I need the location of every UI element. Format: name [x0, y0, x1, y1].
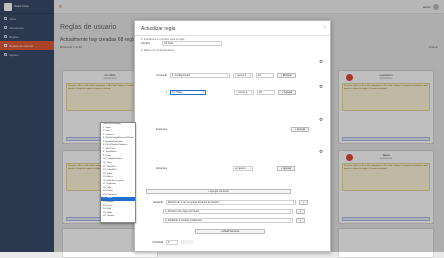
condition-2-add-button[interactable]: + Agregar — [278, 90, 297, 95]
condition-2-operator-select[interactable]: > menor a — [234, 90, 254, 95]
add-condition-button[interactable]: + Agregar condición — [146, 189, 291, 194]
condition-1-value-input[interactable]: 10 — [256, 73, 274, 78]
gear-icon[interactable]: ⚙ — [319, 149, 323, 155]
update-rule-dialog: × Actualizar regla 1. Introduzca un nomb… — [134, 20, 331, 252]
add-action-button[interactable]: + Añadir acciones — [195, 229, 265, 234]
condition-2-field-select[interactable]: 14. Tallas — [170, 90, 206, 95]
condition-1-operator-select[interactable]: > menor a — [233, 73, 253, 78]
priority-label: Prioridad — [152, 240, 163, 244]
condition-4-label: Entonces — [156, 167, 167, 170]
result-3-add-button[interactable]: + — [296, 218, 306, 223]
name-label: Nombre — [141, 41, 151, 45]
result-3-select[interactable]: 2. Modificar a modelo producción — [163, 218, 293, 223]
name-input[interactable]: sin título — [162, 41, 222, 46]
priority-stepper-icons[interactable]: ◯ ◯ ◯ — [181, 240, 193, 244]
close-icon[interactable]: × — [324, 24, 326, 29]
result-1-add-button[interactable]: + — [299, 200, 309, 205]
priority-input[interactable]: 0 — [166, 240, 178, 245]
gear-icon[interactable]: ⚙ — [319, 117, 323, 123]
gear-icon[interactable]: ⚙ — [319, 84, 323, 90]
field-dropdown-list[interactable]: Seleccione campo 1. Stock 2. Nivel 3. Orden… — [100, 122, 136, 223]
section-behavior-label: 2. Defina su comportamiento — [141, 49, 175, 52]
condition-1-label: Si (stock) — [156, 74, 167, 77]
gear-icon[interactable]: ⚙ — [319, 59, 323, 65]
condition-1-remove-button[interactable]: + Eliminar — [277, 73, 296, 78]
condition-4-add-button[interactable]: + Agregar — [277, 166, 296, 171]
dropdown-option[interactable]: 26. Tiendas — [101, 215, 135, 219]
condition-3-add-button[interactable]: + Agregar — [291, 127, 310, 132]
result-2-add-button[interactable]: + — [296, 209, 306, 214]
condition-4-operator-select[interactable]: es igual a — [233, 166, 253, 171]
result-label: Realizar — [153, 201, 163, 204]
result-1-select[interactable]: Método de 1 vez en grupo almacén de dest… — [166, 200, 296, 205]
condition-1-field-select[interactable]: 1. Configuración — [170, 73, 230, 78]
condition-2-value-input[interactable]: 20 — [257, 90, 275, 95]
condition-3-label: Entonces — [156, 128, 167, 131]
result-2-select[interactable]: 1. Almacén de origen del stock — [163, 209, 293, 214]
condition-2-label: y — [165, 91, 167, 94]
dialog-title: Actualizar regla — [135, 21, 330, 36]
